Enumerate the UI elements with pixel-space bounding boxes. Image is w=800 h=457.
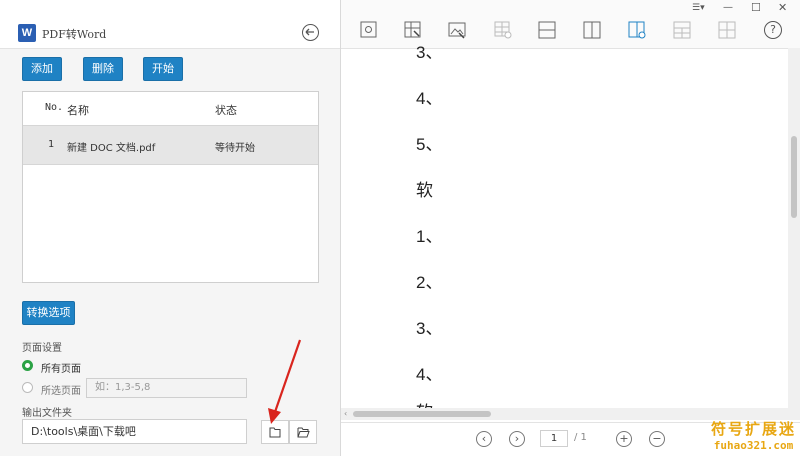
text-region-icon[interactable] [404,21,422,39]
doc-line: 2、 [416,273,443,292]
page-number-input[interactable]: 1 [540,430,568,447]
split-horizontal-icon[interactable] [538,21,556,39]
scroll-left-icon[interactable]: ‹ [344,409,347,418]
row-name: 新建 DOC 文档.pdf [67,143,156,154]
selected-pages-label: 所选页面 [41,386,81,397]
all-pages-label: 所有页面 [41,364,81,375]
prev-page-icon[interactable]: ‹ [476,431,492,447]
doc-line: 5、 [416,135,443,154]
page-settings-label: 页面设置 [22,343,62,354]
collapse-back-icon[interactable] [302,24,319,41]
close-icon[interactable]: ✕ [778,1,787,14]
doc-line: 1、 [416,227,443,246]
app-title: PDF转Word [42,28,107,41]
start-button[interactable]: 开始 [143,57,183,81]
layout-active-icon[interactable] [628,21,646,39]
vertical-scroll-thumb[interactable] [791,136,797,218]
maximize-icon[interactable]: ☐ [751,1,761,14]
watermark-title: 符号扩展迷 [710,420,796,438]
all-pages-radio[interactable] [22,360,33,371]
next-page-icon[interactable]: › [509,431,525,447]
watermark-url: fuhao321.com [713,439,794,452]
preview-panel: ☰▾ — ☐ ✕ ? 3、 4、 5、 软 1、 2、 3、 4、 ‹ ‹ › … [341,0,800,457]
doc-line: 软 [416,181,433,200]
zoom-in-icon[interactable]: + [616,431,632,447]
output-folder-label: 输出文件夹 [22,408,72,419]
watermark: 符号扩展迷 fuhao321.com [711,418,796,452]
grid-layout-icon[interactable] [673,21,691,39]
pages-range-input[interactable]: 如：1,3-5,8 [86,378,247,398]
header-no: No. [45,102,64,113]
word-logo-icon: W [18,24,36,42]
menu-icon[interactable]: ☰▾ [692,3,705,13]
table-layout-icon[interactable] [718,21,736,39]
title-bar: W PDF转Word [0,0,340,49]
page-total: / 1 [574,432,587,443]
add-button[interactable]: 添加 [22,57,62,81]
output-path-field[interactable]: D:\tools\桌面\下载吧 [22,419,247,444]
doc-line: 4、 [416,89,443,108]
row-no: 1 [48,139,55,150]
doc-line: 3、 [416,43,443,62]
file-table: No. 名称 状态 1 新建 DOC 文档.pdf 等待开始 [22,91,319,283]
minimize-icon[interactable]: — [723,2,733,13]
logo-letter: W [21,27,33,39]
header-status: 状态 [215,104,237,117]
selected-pages-radio[interactable] [22,382,33,393]
row-status: 等待开始 [215,143,255,154]
image-region-icon[interactable] [448,21,466,39]
convert-options-button[interactable]: 转换选项 [22,301,75,325]
left-panel: W PDF转Word 添加 删除 开始 No. 名称 状态 1 新建 DOC 文… [0,0,341,456]
table-region-icon[interactable] [494,21,512,39]
select-area-icon[interactable] [360,21,378,39]
split-vertical-icon[interactable] [583,21,601,39]
doc-line: 4、 [416,365,443,384]
help-icon[interactable]: ? [764,21,782,39]
delete-button[interactable]: 删除 [83,57,123,81]
annotation-arrow-icon [268,339,302,424]
header-name: 名称 [67,104,89,117]
zoom-out-icon[interactable]: − [649,431,665,447]
doc-line: 3、 [416,319,443,338]
doc-line: 软 [416,398,433,408]
horizontal-scroll-thumb[interactable] [353,411,491,417]
table-row[interactable]: 1 新建 DOC 文档.pdf 等待开始 [23,125,318,165]
preview-toolbar: ☰▾ — ☐ ✕ ? [341,0,800,49]
vertical-scrollbar[interactable] [788,48,800,420]
